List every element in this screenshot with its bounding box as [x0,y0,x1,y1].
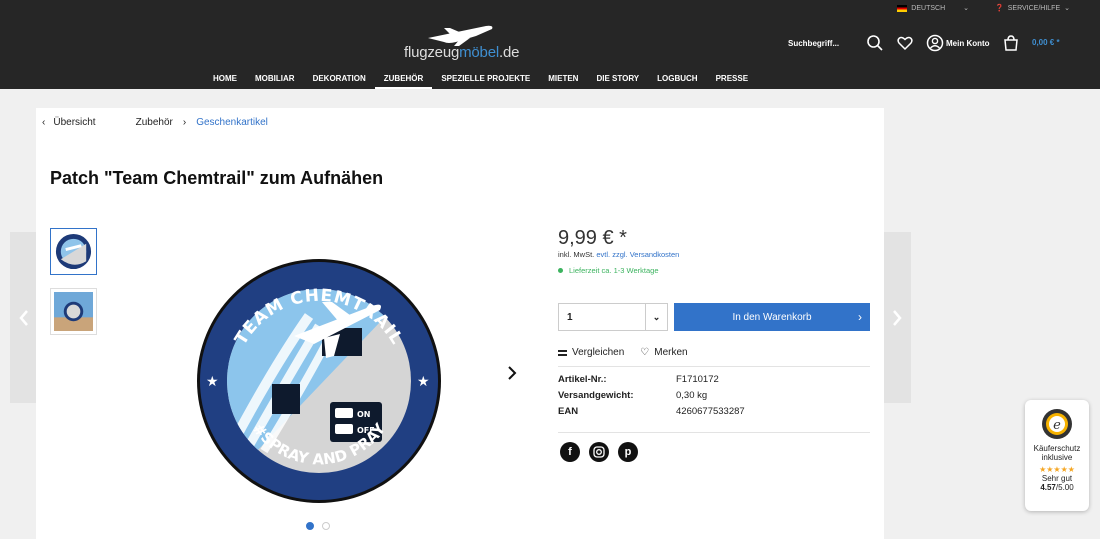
divider [558,432,870,433]
nav-item-logbuch[interactable]: LOGBUCH [648,74,706,89]
pagination-dot-2[interactable] [322,522,330,530]
account-link[interactable]: Mein Konto [946,39,990,48]
chevron-right-icon [893,309,902,326]
breadcrumb-item-geschenkartikel[interactable]: Geschenkartikel [196,117,268,128]
cart-total[interactable]: 0,00 € * [1032,38,1060,47]
nav-item-home[interactable]: HOME [213,74,246,89]
image-pagination [306,522,330,530]
german-flag-icon [897,4,908,12]
chevron-left-icon [19,309,28,326]
airplane-logo-icon [428,25,493,46]
trusted-shops-seal-icon: e [1042,409,1072,439]
chevron-right-icon: › [182,117,187,128]
shopping-bag-icon[interactable] [1002,34,1020,52]
chevron-left-icon: ‹ [42,117,46,128]
svg-text:e: e [1053,418,1061,433]
buyer-protection-label: Käuferschutz [1033,444,1081,453]
compare-icon [558,349,567,356]
rating-score: 4.57/5.00 [1040,483,1074,492]
nav-item-mieten[interactable]: MIETEN [539,74,587,89]
product-price: 9,99 € * [558,227,627,249]
compare-button[interactable]: Vergleichen [558,347,624,358]
product-detail: ‹ Übersicht Zubehör › Geschenkartikel Pat… [36,108,884,539]
pinterest-icon[interactable]: p [618,442,638,462]
language-label: DEUTSCH [911,4,946,12]
heart-icon[interactable] [896,34,914,52]
breadcrumb: ‹ Übersicht Zubehör › Geschenkartikel [42,117,268,128]
nav-item-zubehoer[interactable]: ZUBEHÖR [374,74,433,89]
pagination-dot-1[interactable] [306,522,314,530]
facebook-icon[interactable]: f [560,442,580,462]
next-product-button[interactable] [883,232,911,403]
back-to-overview-link[interactable]: ‹ Übersicht [42,117,96,128]
top-bar: DEUTSCH ⌄ ❓ SERVICE/HILFE ⌄ [897,4,1070,12]
chevron-right-icon: › [858,310,862,324]
instagram-icon[interactable] [589,442,609,462]
chevron-down-icon: ⌄ [963,5,970,12]
nav-item-dekoration[interactable]: DEKORATION [304,74,375,89]
patch-photo-thumbnail-image [54,292,93,331]
rating-word: Sehr gut [1041,474,1073,483]
thumbnail-1[interactable] [50,228,97,275]
user-icon[interactable] [926,34,944,52]
tax-info: inkl. MwSt. evtl. zzgl. Versandkosten [558,250,680,259]
property-row: EAN 4260677533287 [558,406,745,417]
availability-dot-icon [558,268,563,273]
wishlist-button[interactable]: ♡ Merken [640,347,687,358]
breadcrumb-item-zubehoer[interactable]: Zubehör [136,117,173,128]
service-label: SERVICE/HILFE [1007,4,1061,12]
product-actions: Vergleichen ♡ Merken [558,347,688,358]
previous-product-button[interactable] [10,232,38,403]
nav-item-presse[interactable]: PRESSE [707,74,757,89]
thumbnail-2[interactable] [50,288,97,335]
rating-stars: ★★★★★ [1039,465,1075,474]
language-selector[interactable]: DEUTSCH ⌄ [897,4,969,12]
nav-item-die-story[interactable]: DIE STORY [587,74,648,89]
trusted-shops-badge[interactable]: e Käuferschutz inklusive ★★★★★ Sehr gut … [1025,400,1089,511]
add-to-cart-button[interactable]: In den Warenkorb › [674,303,870,331]
buyer-protection-sublabel: inklusive [1041,453,1073,462]
chevron-down-icon: ⌄ [645,304,667,330]
site-logo[interactable]: flugzeugmöbel.de [404,22,519,64]
social-share: f p [560,442,638,462]
search-input[interactable]: Suchbegriff... [788,39,839,48]
patch-thumbnail-image [55,233,92,270]
switch-on-label: ON [357,410,371,419]
shipping-costs-link[interactable]: evtl. zzgl. Versandkosten [596,250,679,259]
star-right-icon: ★ [417,373,430,389]
nav-item-mobiliar[interactable]: MOBILIAR [246,74,304,89]
image-next-arrow-icon[interactable] [506,364,518,382]
search-icon[interactable] [866,34,884,52]
main-navigation: HOME MOBILIAR DEKORATION ZUBEHÖR SPEZIEL… [213,74,757,89]
help-icon: ❓ [995,5,1004,12]
service-menu[interactable]: ❓ SERVICE/HILFE ⌄ [995,4,1070,13]
site-header: DEUTSCH ⌄ ❓ SERVICE/HILFE ⌄ flugzeugmöbe… [0,0,1100,89]
product-title: Patch "Team Chemtrail" zum Aufnähen [50,168,384,188]
heart-icon: ♡ [640,347,650,358]
property-row: Artikel-Nr.: F1710172 [558,374,719,385]
divider [558,366,870,367]
product-properties: Artikel-Nr.: F1710172 Versandgewicht: 0,30… [558,374,745,422]
logo-text: flugzeugmöbel.de [404,44,520,61]
property-row: Versandgewicht: 0,30 kg [558,390,708,401]
chevron-down-icon: ⌄ [1064,5,1070,12]
delivery-status: Lieferzeit ca. 1-3 Werktage [558,266,659,275]
star-left-icon: ★ [206,373,219,389]
nav-item-spezielle-projekte[interactable]: SPEZIELLE PROJEKTE [432,74,539,89]
product-main-image[interactable]: ON OFF TEAM CHEMTRAIL #SPRAY AND PRAY ★ … [194,256,444,506]
quantity-select[interactable]: 1 ⌄ [558,303,668,331]
